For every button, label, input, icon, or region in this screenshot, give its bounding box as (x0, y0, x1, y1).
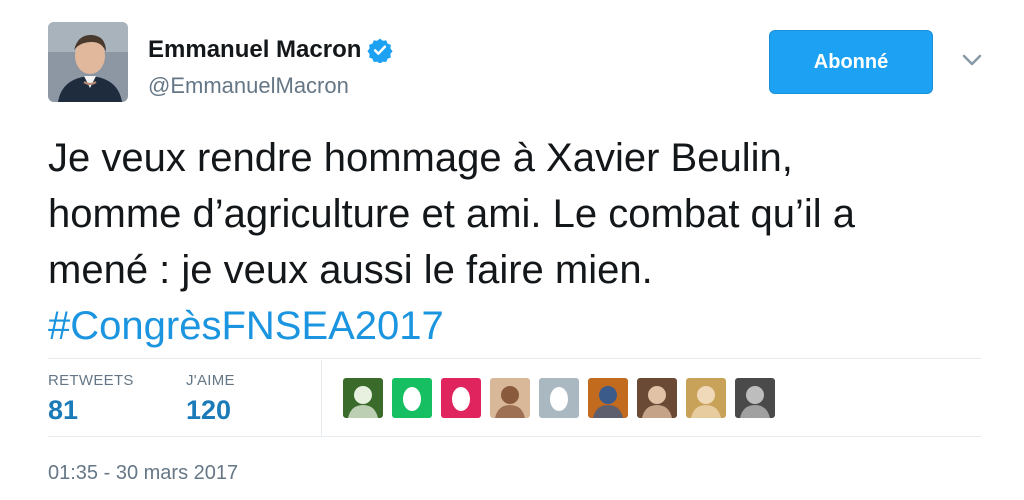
tweet-timestamp[interactable]: 01:35 - 30 mars 2017 (48, 462, 238, 485)
liker-avatar-default-gray[interactable] (539, 378, 579, 418)
following-button[interactable]: Abonné (769, 30, 933, 94)
user-handle[interactable]: @EmmanuelMacron (148, 73, 349, 99)
stats-separator (321, 360, 322, 436)
tweet-text-line: Je veux rendre hommage à Xavier Beulin, (48, 136, 793, 180)
retweets-count: 81 (48, 395, 79, 425)
liker-avatar-bw-photo[interactable] (735, 378, 775, 418)
retweets-stat[interactable]: RETWEETS 81 (48, 372, 134, 426)
tweet-card: Emmanuel Macron @EmmanuelMacron Abonné J… (0, 0, 1024, 500)
liker-avatar-woman-blonde[interactable] (686, 378, 726, 418)
verified-badge-icon (367, 38, 393, 63)
liker-avatar-flowers[interactable] (343, 378, 383, 418)
liker-avatar-woman-dark-hair[interactable] (637, 378, 677, 418)
retweets-label: RETWEETS (48, 372, 134, 389)
hashtag-link[interactable]: #CongrèsFNSEA2017 (48, 304, 444, 348)
likes-label: J'AIME (186, 372, 235, 389)
divider-bottom (48, 436, 981, 437)
tweet-text: Je veux rendre hommage à Xavier Beulin, … (48, 130, 988, 354)
user-name-row: Emmanuel Macron (148, 36, 393, 64)
display-name[interactable]: Emmanuel Macron (148, 36, 361, 64)
likes-stat[interactable]: J'AIME 120 (186, 372, 235, 426)
tweet-text-line: mené : je veux aussi le faire mien. (48, 248, 653, 292)
liker-avatar-painting[interactable] (588, 378, 628, 418)
likes-count: 120 (186, 395, 232, 425)
liker-avatar-woman-glasses[interactable] (490, 378, 530, 418)
user-avatar[interactable] (48, 22, 128, 102)
chevron-down-icon[interactable] (960, 50, 984, 70)
liker-avatar-default-pink[interactable] (441, 378, 481, 418)
tweet-text-line: homme d’agriculture et ami. Le combat qu… (48, 192, 856, 236)
liker-avatar-default-green[interactable] (392, 378, 432, 418)
divider-top (48, 358, 981, 359)
likers-avatar-list (343, 378, 784, 418)
